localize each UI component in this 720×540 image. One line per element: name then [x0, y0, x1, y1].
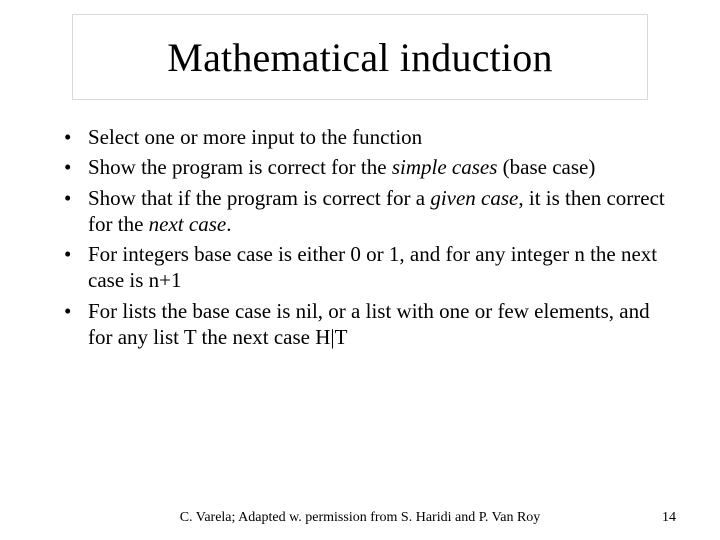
bullet-text: For integers base case is either 0 or 1,… [88, 242, 657, 292]
slide-title: Mathematical induction [167, 34, 552, 81]
title-box: Mathematical induction [72, 14, 648, 100]
bullet-text: . [226, 212, 231, 236]
list-item: For integers base case is either 0 or 1,… [58, 241, 668, 294]
bullet-text: Show the program is correct for the [88, 155, 392, 179]
footer-credit: C. Varela; Adapted w. permission from S.… [0, 510, 720, 526]
bullet-text-italic: next case [149, 212, 227, 236]
list-item: Show that if the program is correct for … [58, 185, 668, 238]
bullet-text-italic: given case [430, 186, 518, 210]
bullet-text: Show that if the program is correct for … [88, 186, 430, 210]
body: Select one or more input to the function… [58, 124, 668, 354]
bullet-text: Select one or more input to the function [88, 125, 422, 149]
list-item: For lists the base case is nil, or a lis… [58, 298, 668, 351]
list-item: Show the program is correct for the simp… [58, 154, 668, 180]
bullet-text: (base case) [497, 155, 595, 179]
bullet-list: Select one or more input to the function… [58, 124, 668, 350]
slide: Mathematical induction Select one or mor… [0, 0, 720, 540]
list-item: Select one or more input to the function [58, 124, 668, 150]
page-number: 14 [662, 510, 676, 526]
bullet-text-italic: simple cases [392, 155, 498, 179]
bullet-text: For lists the base case is nil, or a lis… [88, 299, 650, 349]
